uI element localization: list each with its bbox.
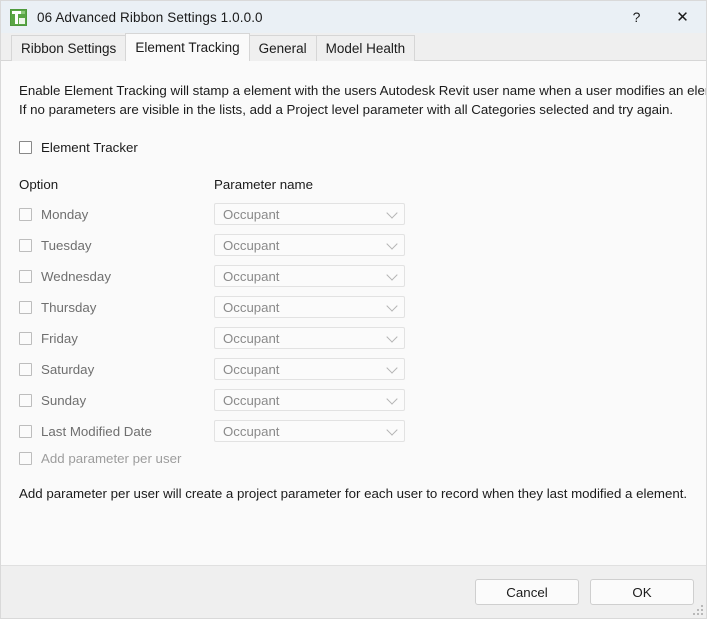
element-tracker-checkbox-row[interactable]: Element Tracker [19, 140, 688, 155]
option-label-sunday: Sunday [41, 393, 86, 408]
column-header-parameter-name: Parameter name [214, 177, 313, 192]
option-label-wednesday: Wednesday [41, 269, 111, 284]
parameter-dropdown-value-sunday: Occupant [223, 393, 279, 408]
chevron-down-icon [386, 362, 397, 373]
description-text: Enable Element Tracking will stamp a ele… [19, 61, 688, 119]
checkbox-wednesday[interactable] [19, 270, 32, 283]
checkbox-monday[interactable] [19, 208, 32, 221]
parameter-dropdown-value-thursday: Occupant [223, 300, 279, 315]
title-bar: 06 Advanced Ribbon Settings 1.0.0.0 ? ✕ [1, 1, 706, 33]
dialog-footer: Cancel OK [1, 565, 706, 618]
parameter-dropdown-monday[interactable]: Occupant [214, 203, 405, 225]
parameter-dropdown-thursday[interactable]: Occupant [214, 296, 405, 318]
add-parameter-per-user-row[interactable]: Add parameter per user [19, 451, 688, 466]
tab-general[interactable]: General [249, 35, 317, 61]
tab-strip: Ribbon Settings Element Tracking General… [1, 33, 706, 61]
option-label-saturday: Saturday [41, 362, 94, 377]
add-parameter-per-user-label: Add parameter per user [41, 451, 181, 466]
tab-model-health[interactable]: Model Health [316, 35, 416, 61]
table-row: Sunday Occupant [19, 389, 688, 411]
parameter-dropdown-last-modified-date[interactable]: Occupant [214, 420, 405, 442]
ok-button[interactable]: OK [590, 579, 694, 605]
option-label-thursday: Thursday [41, 300, 96, 315]
parameter-dropdown-value-friday: Occupant [223, 331, 279, 346]
element-tracker-label: Element Tracker [41, 140, 138, 155]
tab-content-element-tracking: Enable Element Tracking will stamp a ele… [1, 61, 706, 565]
option-checkbox-row-last-modified-date[interactable]: Last Modified Date [19, 424, 214, 439]
parameter-dropdown-tuesday[interactable]: Occupant [214, 234, 405, 256]
close-icon: ✕ [676, 10, 689, 25]
parameter-dropdown-value-monday: Occupant [223, 207, 279, 222]
chevron-down-icon [386, 269, 397, 280]
resize-grip[interactable] [692, 604, 703, 615]
tab-ribbon-settings[interactable]: Ribbon Settings [11, 35, 126, 61]
option-checkbox-row-saturday[interactable]: Saturday [19, 362, 214, 377]
checkbox-last-modified-date[interactable] [19, 425, 32, 438]
chevron-down-icon [386, 331, 397, 342]
checkbox-thursday[interactable] [19, 301, 32, 314]
description-line-2: If no parameters are visible in the list… [19, 100, 688, 119]
checkbox-sunday[interactable] [19, 394, 32, 407]
parameter-dropdown-sunday[interactable]: Occupant [214, 389, 405, 411]
parameter-dropdown-value-wednesday: Occupant [223, 269, 279, 284]
chevron-down-icon [386, 393, 397, 404]
column-header-option: Option [19, 177, 214, 192]
chevron-down-icon [386, 300, 397, 311]
option-checkbox-row-tuesday[interactable]: Tuesday [19, 238, 214, 253]
footer-note: Add parameter per user will create a pro… [19, 486, 688, 501]
checkbox-friday[interactable] [19, 332, 32, 345]
option-label-tuesday: Tuesday [41, 238, 92, 253]
parameter-dropdown-friday[interactable]: Occupant [214, 327, 405, 349]
parameter-dropdown-wednesday[interactable]: Occupant [214, 265, 405, 287]
table-row: Monday Occupant [19, 203, 688, 225]
option-rows: Monday Occupant Tuesday Occupant [19, 203, 688, 442]
checkbox-add-parameter-per-user[interactable] [19, 452, 32, 465]
checkbox-tuesday[interactable] [19, 239, 32, 252]
table-row: Thursday Occupant [19, 296, 688, 318]
table-row: Friday Occupant [19, 327, 688, 349]
option-checkbox-row-friday[interactable]: Friday [19, 331, 214, 346]
option-checkbox-row-wednesday[interactable]: Wednesday [19, 269, 214, 284]
app-icon [10, 9, 27, 26]
element-tracker-checkbox[interactable] [19, 141, 32, 154]
chevron-down-icon [386, 207, 397, 218]
option-label-friday: Friday [41, 331, 78, 346]
help-button[interactable]: ? [614, 1, 659, 33]
chevron-down-icon [386, 424, 397, 435]
parameter-dropdown-value-last-modified-date: Occupant [223, 424, 279, 439]
option-checkbox-row-monday[interactable]: Monday [19, 207, 214, 222]
parameter-dropdown-value-tuesday: Occupant [223, 238, 279, 253]
option-checkbox-row-thursday[interactable]: Thursday [19, 300, 214, 315]
table-row: Saturday Occupant [19, 358, 688, 380]
chevron-down-icon [386, 238, 397, 249]
option-label-monday: Monday [41, 207, 88, 222]
tab-element-tracking[interactable]: Element Tracking [125, 33, 249, 61]
window-controls: ? ✕ [614, 1, 706, 33]
cancel-button[interactable]: Cancel [475, 579, 579, 605]
table-row: Wednesday Occupant [19, 265, 688, 287]
option-checkbox-row-sunday[interactable]: Sunday [19, 393, 214, 408]
checkbox-saturday[interactable] [19, 363, 32, 376]
window-title: 06 Advanced Ribbon Settings 1.0.0.0 [37, 10, 263, 25]
close-button[interactable]: ✕ [659, 1, 706, 33]
table-row: Last Modified Date Occupant [19, 420, 688, 442]
option-label-last-modified-date: Last Modified Date [41, 424, 152, 439]
column-headers: Option Parameter name [19, 177, 688, 192]
description-line-1: Enable Element Tracking will stamp a ele… [19, 81, 688, 100]
parameter-dropdown-saturday[interactable]: Occupant [214, 358, 405, 380]
table-row: Tuesday Occupant [19, 234, 688, 256]
parameter-dropdown-value-saturday: Occupant [223, 362, 279, 377]
dialog-window: 06 Advanced Ribbon Settings 1.0.0.0 ? ✕ … [0, 0, 707, 619]
